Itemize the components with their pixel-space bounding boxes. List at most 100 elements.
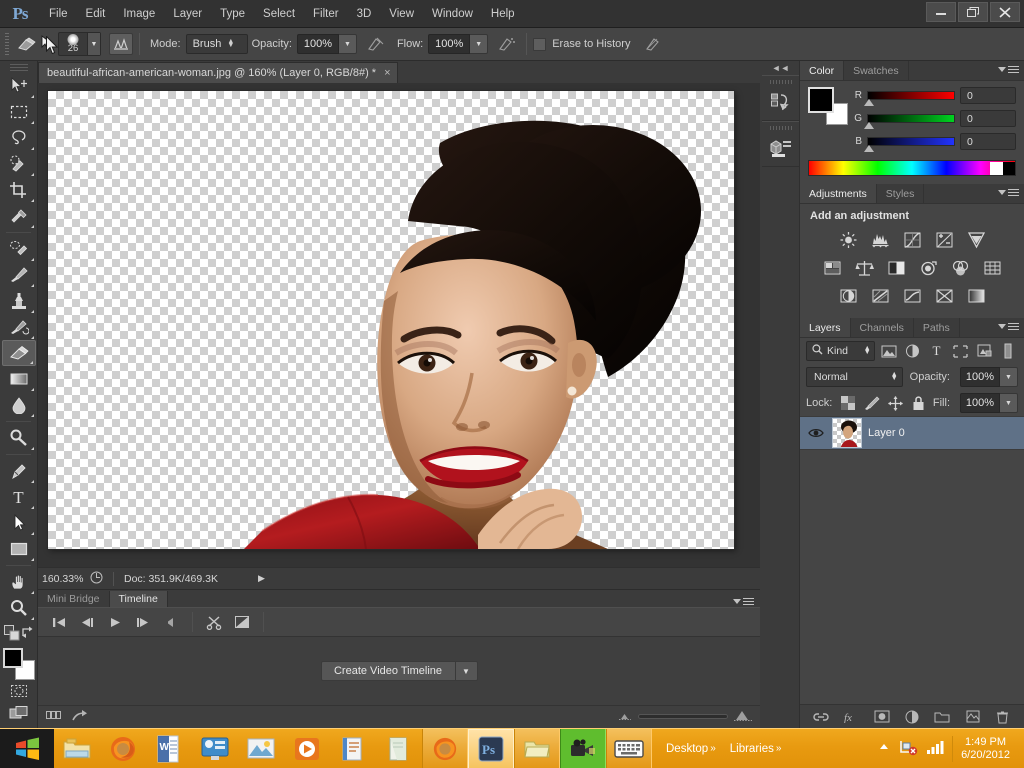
zoom-in-thumbnails-icon[interactable] (734, 709, 752, 724)
eraser-tool-icon[interactable] (12, 31, 40, 57)
layer-mask-icon[interactable] (872, 707, 892, 727)
brush-tool[interactable] (2, 262, 36, 288)
clone-stamp-tool[interactable] (2, 288, 36, 314)
flow-dropdown-icon[interactable]: ▼ (470, 34, 489, 54)
tab-paths[interactable]: Paths (914, 318, 960, 337)
menu-window[interactable]: Window (423, 0, 482, 28)
opacity-control[interactable]: 100% ▼ (296, 34, 357, 54)
image-canvas[interactable] (48, 91, 734, 549)
color-balance-icon[interactable] (851, 257, 877, 279)
opacity-dropdown-icon[interactable]: ▼ (338, 34, 357, 54)
menu-help[interactable]: Help (482, 0, 524, 28)
flow-value[interactable]: 100% (428, 34, 471, 54)
hand-tool[interactable] (2, 569, 36, 595)
erase-to-history-checkbox[interactable] (533, 37, 547, 51)
layer-filter-kind-select[interactable]: Kind ▲ ▼ (806, 341, 875, 361)
menu-filter[interactable]: Filter (304, 0, 348, 28)
move-tool[interactable] (2, 73, 36, 99)
pen-tool[interactable] (2, 458, 36, 484)
g-value[interactable]: 0 (960, 110, 1016, 127)
lock-transparent-pixels-icon[interactable] (839, 393, 857, 413)
restore-button[interactable] (958, 2, 988, 22)
gradient-tool[interactable] (2, 366, 36, 392)
opacity-value[interactable]: 100% (296, 34, 339, 54)
taskbar-camtasia-recorder-window[interactable] (560, 728, 606, 768)
next-frame-icon[interactable] (130, 611, 156, 633)
color-panel-menu-icon[interactable] (998, 65, 1019, 73)
convert-to-frame-animation-icon[interactable] (46, 710, 62, 724)
blur-tool[interactable] (2, 392, 36, 418)
control-panel-icon[interactable] (192, 729, 238, 768)
layer-style-icon[interactable]: fx (841, 707, 861, 727)
render-video-icon[interactable] (72, 709, 88, 725)
horizontal-type-tool[interactable]: T (2, 484, 36, 510)
toolbar-libraries[interactable]: Libraries » (730, 743, 782, 755)
g-slider-thumb[interactable] (864, 122, 874, 129)
r-slider-thumb[interactable] (864, 99, 874, 106)
layer-thumbnail[interactable] (832, 418, 862, 448)
options-bar-grip[interactable] (2, 33, 12, 55)
new-group-icon[interactable] (932, 707, 952, 727)
zoom-tool[interactable] (2, 595, 36, 621)
history-brush-tool[interactable] (2, 314, 36, 340)
filter-smart-objects-icon[interactable] (974, 341, 994, 361)
volume-icon[interactable] (926, 739, 944, 758)
dock-grip-2[interactable] (762, 124, 799, 132)
menu-edit[interactable]: Edit (77, 0, 115, 28)
menu-layer[interactable]: Layer (164, 0, 211, 28)
tablet-pressure-opacity-icon[interactable] (363, 32, 389, 56)
layer-row[interactable]: Layer 0 (800, 416, 1024, 450)
spot-healing-brush-tool[interactable] (2, 236, 36, 262)
eraser-tool[interactable] (1, 340, 36, 366)
go-to-first-frame-icon[interactable] (46, 611, 72, 633)
split-at-playhead-icon[interactable] (201, 611, 227, 633)
toolbox-grip[interactable] (0, 61, 37, 73)
b-slider-thumb[interactable] (864, 145, 874, 152)
default-foreground-background-icon[interactable] (4, 625, 20, 644)
layer-fill-control[interactable]: 100% ▼ (960, 393, 1018, 413)
b-value[interactable]: 0 (960, 133, 1016, 150)
brush-preset-dropdown-icon[interactable]: ▼ (87, 33, 100, 55)
play-icon[interactable] (102, 611, 128, 633)
vibrance-icon[interactable] (963, 229, 989, 251)
levels-icon[interactable] (867, 229, 893, 251)
selective-color-icon[interactable] (963, 285, 989, 307)
windows-start-icon[interactable] (0, 728, 54, 768)
new-fill-adjustment-layer-icon[interactable] (902, 707, 922, 727)
brush-preset-picker[interactable]: 26 ▼ (58, 32, 101, 56)
lasso-tool[interactable] (2, 125, 36, 151)
channel-mixer-icon[interactable] (947, 257, 973, 279)
presentation-icon[interactable] (330, 729, 376, 768)
lock-all-icon[interactable] (909, 393, 927, 413)
color-swatches[interactable] (2, 648, 36, 680)
photo-filter-icon[interactable] (915, 257, 941, 279)
tab-swatches[interactable]: Swatches (844, 61, 909, 80)
color-panel-foreground-swatch[interactable] (808, 87, 834, 113)
foreground-color-swatch[interactable] (2, 648, 23, 668)
rectangular-marquee-tool[interactable] (2, 99, 36, 125)
b-slider-track[interactable] (864, 137, 955, 152)
curves-icon[interactable] (899, 229, 925, 251)
spectrum-white-swatch[interactable] (990, 162, 1003, 175)
r-value[interactable]: 0 (960, 87, 1016, 104)
crop-tool[interactable] (2, 177, 36, 203)
menu-3d[interactable]: 3D (348, 0, 381, 28)
filter-toggle-icon[interactable] (998, 341, 1018, 361)
brightness-contrast-icon[interactable] (835, 229, 861, 251)
eye-icon[interactable] (806, 427, 826, 439)
invert-icon[interactable] (835, 285, 861, 307)
gradient-map-icon[interactable] (931, 285, 957, 307)
tablet-pressure-size-icon[interactable] (641, 32, 667, 56)
color-spectrum-ramp[interactable] (808, 160, 1016, 176)
color-lookup-icon[interactable] (979, 257, 1005, 279)
show-hidden-icons-icon[interactable] (878, 742, 890, 755)
hue-saturation-icon[interactable] (819, 257, 845, 279)
tab-styles[interactable]: Styles (877, 184, 925, 203)
timeline-panel-menu-icon[interactable] (733, 597, 754, 605)
minimize-button[interactable] (926, 2, 956, 22)
layer-name[interactable]: Layer 0 (868, 427, 905, 439)
dock-grip[interactable] (762, 78, 799, 86)
black-white-icon[interactable] (883, 257, 909, 279)
history-panel-icon[interactable] (764, 86, 798, 118)
timeline-zoom-slider[interactable] (618, 709, 752, 724)
